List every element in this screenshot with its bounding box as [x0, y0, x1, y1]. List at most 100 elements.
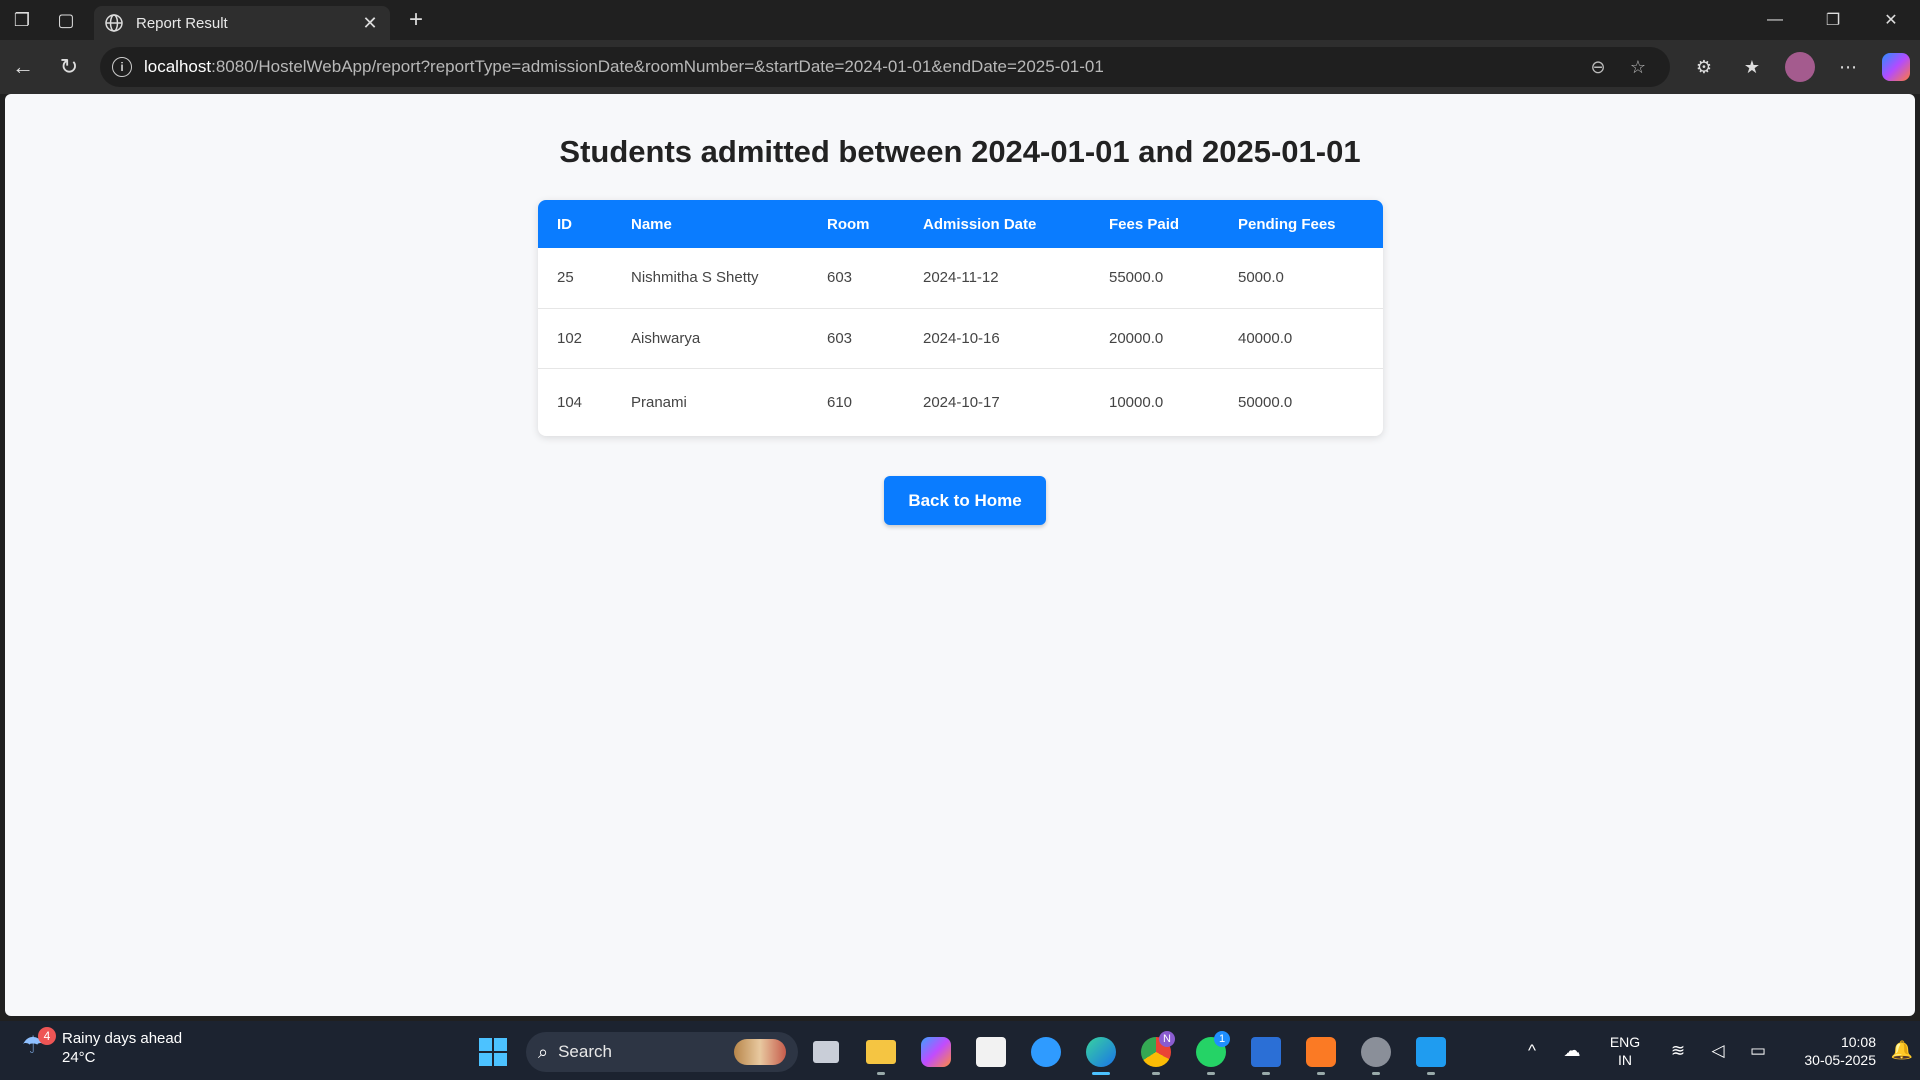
cell-pending-fees: 50000.0 [1238, 393, 1293, 411]
cell-fees-paid: 20000.0 [1090, 308, 1219, 369]
url-path: :8080/HostelWebApp/report?reportType=adm… [211, 57, 1104, 76]
clock-date: 30-05-2025 [1804, 1051, 1876, 1068]
cell-id: 102 [538, 308, 612, 369]
close-tab-icon[interactable]: ✕ [360, 13, 380, 34]
site-info-icon[interactable]: i [112, 57, 132, 77]
column-header-fees-paid: Fees Paid [1090, 200, 1219, 248]
weather-temp: 24°C [62, 1049, 96, 1066]
cell-pending-fees: 5000.0 [1219, 248, 1383, 309]
page-title: Students admitted between 2024-01-01 and… [559, 134, 1361, 169]
volume-icon[interactable]: ◁ [1698, 1041, 1738, 1061]
cell-id: 104 [557, 393, 583, 411]
table-row: 104 Pranami 610 2024-10-17 10000.0 50000… [538, 368, 1383, 436]
back-to-home-button[interactable]: Back to Home [884, 476, 1046, 525]
taskbar-apps: ⌕ Search N 1 [470, 1027, 1458, 1077]
table-row: 25 Nishmitha S Shetty 603 2024-11-12 550… [538, 248, 1383, 309]
taskbar-search[interactable]: ⌕ Search [526, 1032, 798, 1072]
url-text[interactable]: localhost:8080/HostelWebApp/report?repor… [144, 57, 1578, 77]
file-explorer-icon[interactable] [853, 1027, 908, 1077]
help-icon[interactable] [1018, 1027, 1073, 1077]
tab-title: Report Result [136, 14, 228, 32]
weather-widget[interactable]: ☂ 4 Rainy days ahead 24°C [22, 1027, 183, 1067]
favorite-star-icon[interactable]: ☆ [1618, 57, 1658, 78]
settings-gear-icon[interactable] [1348, 1027, 1403, 1077]
cell-name: Pranami [631, 393, 687, 411]
chrome-profile-badge: N [1159, 1031, 1175, 1047]
column-header-id: ID [538, 200, 612, 248]
back-arrow-icon[interactable]: ← [0, 44, 46, 90]
input-language[interactable]: ENG IN [1600, 1033, 1650, 1069]
weather-title: Rainy days ahead [62, 1030, 183, 1047]
whatsapp-badge: 1 [1214, 1031, 1230, 1047]
edge-browser-icon[interactable] [1073, 1027, 1128, 1077]
tab-report-result[interactable]: Report Result ✕ [94, 6, 390, 40]
refresh-icon[interactable]: ↻ [46, 44, 92, 90]
window-controls: — ❐ ✕ [1746, 0, 1920, 40]
onedrive-icon[interactable]: ☁ [1552, 1041, 1592, 1061]
cell-room: 610 [827, 393, 853, 411]
report-table: ID Name Room Admission Date Fees Paid Pe… [538, 200, 1383, 436]
search-icon: ⌕ [538, 1041, 549, 1062]
vertical-tabs-icon[interactable]: ▢ [44, 0, 88, 40]
new-tab-icon[interactable]: + [396, 0, 436, 40]
search-label: Search [558, 1042, 612, 1061]
column-header-name: Name [612, 200, 808, 248]
restore-icon[interactable]: ❐ [1804, 0, 1862, 40]
address-bar[interactable]: i localhost:8080/HostelWebApp/report?rep… [100, 47, 1670, 87]
whatsapp-icon[interactable]: 1 [1183, 1027, 1238, 1077]
column-header-admission-date: Admission Date [904, 200, 1090, 248]
rain-umbrella-icon: ☂ 4 [22, 1027, 56, 1065]
cell-room: 603 [808, 308, 904, 369]
copilot-icon[interactable] [1882, 53, 1910, 81]
extensions-icon[interactable]: ⚙ [1680, 47, 1728, 87]
chrome-icon[interactable]: N [1128, 1027, 1183, 1077]
favorites-icon[interactable]: ★ [1728, 47, 1776, 87]
table-header-row: ID Name Room Admission Date Fees Paid Pe… [538, 200, 1383, 248]
page-viewport: Students admitted between 2024-01-01 and… [5, 94, 1915, 1016]
cell-admission-date: 2024-10-16 [904, 308, 1090, 369]
word-icon[interactable] [1238, 1027, 1293, 1077]
browser-right-tools: ⚙ ★ ⋯ [1680, 47, 1910, 87]
lang-code: ENG [1609, 1033, 1641, 1050]
cell-name: Aishwarya [612, 308, 808, 369]
clock-time: 10:08 [1840, 1033, 1876, 1050]
url-host: localhost [144, 57, 212, 76]
workspaces-icon[interactable]: ❐ [0, 0, 44, 40]
xampp-icon[interactable] [1293, 1027, 1348, 1077]
search-highlight-image [734, 1039, 786, 1065]
windows-taskbar: ☂ 4 Rainy days ahead 24°C ⌕ Search N 1 ^ … [0, 1021, 1920, 1080]
vscode-icon[interactable] [1403, 1027, 1458, 1077]
task-view-icon[interactable] [798, 1027, 853, 1077]
weather-badge: 4 [38, 1027, 56, 1045]
microsoft-store-icon[interactable] [963, 1027, 1018, 1077]
cell-admission-date: 2024-11-12 [904, 248, 1090, 309]
clock[interactable]: 10:08 30-05-2025 [1786, 1033, 1876, 1069]
cell-room: 603 [808, 248, 904, 309]
cell-fees-paid: 10000.0 [1109, 393, 1164, 411]
profile-avatar[interactable] [1785, 52, 1815, 82]
battery-icon[interactable]: ▭ [1738, 1041, 1778, 1061]
lang-region: IN [1618, 1051, 1632, 1068]
globe-icon [105, 14, 123, 32]
chevron-up-icon[interactable]: ^ [1512, 1041, 1552, 1061]
system-tray: ^ ☁ ENG IN ≋ ◁ ▭ 10:08 30-05-2025 🔔 [1512, 1021, 1920, 1080]
zoom-icon[interactable]: ⊖ [1578, 57, 1618, 78]
windows-start-icon[interactable] [470, 1029, 516, 1075]
browser-toolbar: ← ↻ i localhost:8080/HostelWebApp/report… [0, 40, 1920, 94]
cell-id: 25 [538, 248, 612, 309]
column-header-room: Room [808, 200, 904, 248]
close-window-icon[interactable]: ✕ [1862, 0, 1920, 40]
cell-name: Nishmitha S Shetty [612, 248, 808, 309]
cell-pending-fees: 40000.0 [1219, 308, 1383, 369]
more-menu-icon[interactable]: ⋯ [1824, 47, 1872, 87]
browser-tab-bar: ❐ ▢ Report Result ✕ + — ❐ ✕ [0, 0, 1920, 40]
cell-admission-date: 2024-10-17 [923, 393, 1000, 411]
wifi-icon[interactable]: ≋ [1658, 1041, 1698, 1061]
copilot-app-icon[interactable] [908, 1027, 963, 1077]
column-header-pending-fees: Pending Fees [1219, 200, 1383, 248]
table-row: 102 Aishwarya 603 2024-10-16 20000.0 400… [538, 308, 1383, 369]
minimize-icon[interactable]: — [1746, 0, 1804, 40]
report-table-card: ID Name Room Admission Date Fees Paid Pe… [538, 200, 1383, 436]
cell-fees-paid: 55000.0 [1090, 248, 1219, 309]
notification-bell-icon[interactable]: 🔔 [1884, 1040, 1920, 1061]
